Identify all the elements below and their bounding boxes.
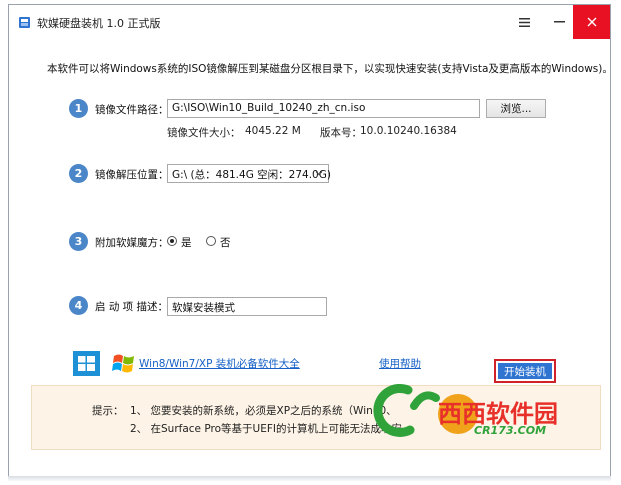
step-4-badge: 4: [69, 296, 88, 315]
drive-select[interactable]: G:\ (总：481.4G 空闲：274.0G): [167, 164, 331, 183]
radio-no[interactable]: [206, 236, 216, 246]
browse-button[interactable]: 浏览...: [486, 99, 546, 118]
cr173-watermark: 西西软件园 CR173.COM: [370, 376, 610, 446]
chevron-down-icon: [315, 171, 323, 176]
radio-no-label: 否: [220, 237, 231, 249]
close-button[interactable]: [573, 5, 610, 39]
hamburger-icon: [518, 17, 530, 27]
tip-line-1: 1、 您要安装的新系统，必须是XP之后的系统（Win10、: [130, 405, 397, 417]
radio-yes-label: 是: [181, 237, 192, 249]
minimize-button[interactable]: [542, 5, 576, 39]
help-link[interactable]: 使用帮助: [379, 356, 421, 371]
menu-button[interactable]: [507, 5, 541, 39]
minimize-icon: [553, 21, 565, 23]
radio-yes[interactable]: [167, 236, 177, 246]
watermark-domain: CR173.COM: [474, 424, 547, 437]
drive-select-value: G:\ (总：481.4G 空闲：274.0G): [172, 169, 331, 181]
image-path-label: 镜像文件路径：: [95, 104, 169, 116]
window-shadow: [8, 476, 611, 482]
step-2-badge: 2: [69, 164, 88, 183]
image-size-label: 镜像文件大小：: [167, 127, 241, 139]
step-1-badge: 1: [69, 99, 88, 118]
windows8-logo-icon: [73, 351, 100, 376]
window-title: 软媒硬盘装机 1.0 正式版: [37, 17, 161, 30]
intro-text: 本软件可以将Windows系统的ISO镜像解压到某磁盘分区根目录下，以实现快速安…: [47, 63, 613, 75]
extract-location-label: 镜像解压位置：: [95, 169, 169, 181]
boot-description-label: 启 动 项 描述：: [95, 301, 169, 313]
version-label: 版本号：: [320, 127, 362, 139]
tips-label: 提示：: [92, 405, 124, 417]
essential-software-link[interactable]: Win8/Win7/XP 装机必备软件大全: [139, 356, 300, 371]
title-bar: 软媒硬盘装机 1.0 正式版: [9, 5, 610, 39]
ruanmei-cube-label: 附加软媒魔方：: [95, 237, 169, 249]
image-path-input[interactable]: G:\ISO\Win10_Build_10240_zh_cn.iso: [167, 99, 480, 118]
windows7-logo-icon: [112, 354, 134, 373]
tip-line-2: 2、 在Surface Pro等基于UEFI的计算机上可能无法成功安: [130, 423, 402, 435]
version-value: 10.0.10240.16384: [360, 125, 457, 137]
boot-description-input[interactable]: 软媒安装模式: [167, 297, 327, 316]
step-3-badge: 3: [69, 232, 88, 251]
image-size-value: 4045.22 M: [245, 125, 301, 137]
app-icon: [19, 17, 30, 28]
close-icon: [587, 17, 596, 27]
